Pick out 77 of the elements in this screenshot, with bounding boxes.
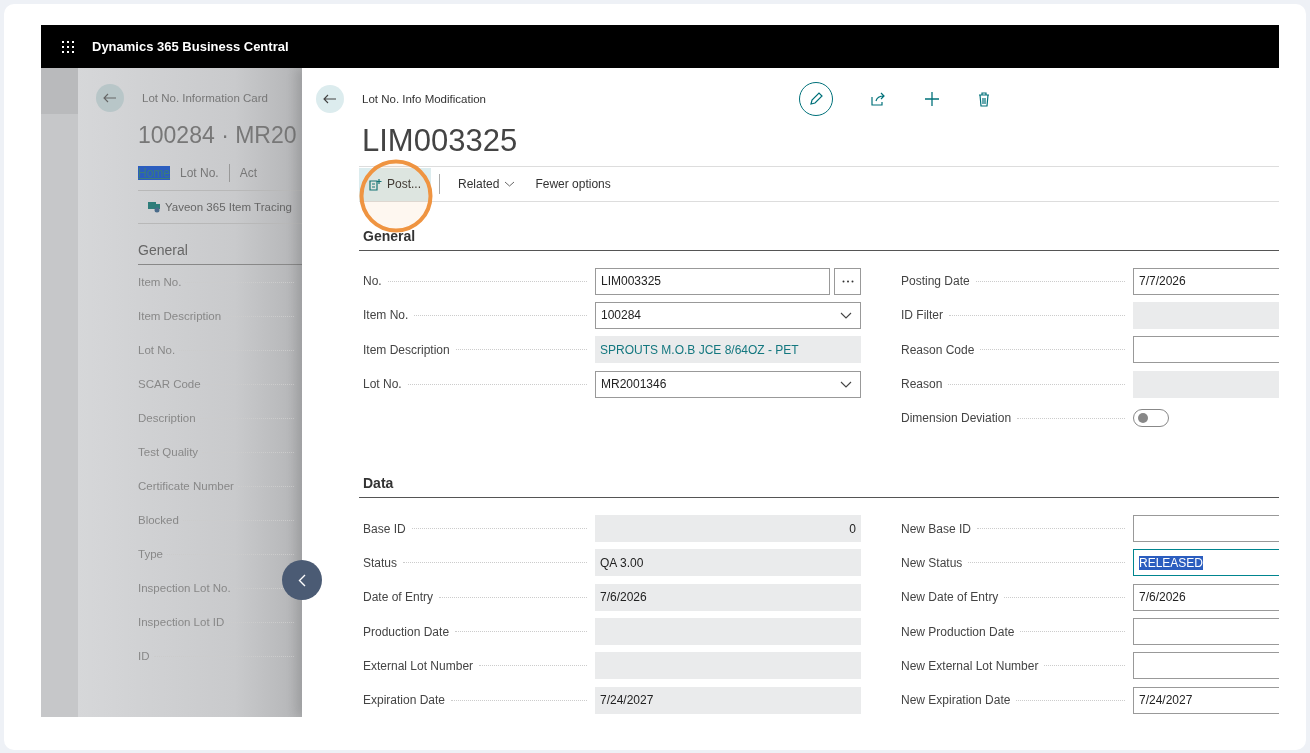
field-label: Production Date: [363, 624, 450, 639]
post-button[interactable]: Post...: [359, 167, 431, 201]
pencil-icon: [808, 91, 824, 107]
read-only-field: 0: [595, 515, 861, 543]
field-label: New Status: [901, 555, 963, 570]
share-icon[interactable]: [871, 92, 886, 106]
chevron-down-icon: [840, 380, 852, 388]
field-label: Reason Code: [901, 342, 975, 357]
plus-icon[interactable]: [924, 91, 940, 107]
text-field[interactable]: [1133, 336, 1279, 364]
text-field[interactable]: RELEASED: [1133, 549, 1279, 577]
text-field[interactable]: 7/6/2026: [1133, 583, 1279, 611]
post-icon: [369, 177, 382, 191]
field-label: Type: [138, 548, 163, 560]
text-field[interactable]: [1133, 618, 1279, 645]
field-label: New Date of Entry: [901, 590, 999, 605]
field-label: Reason: [901, 377, 943, 392]
field-label: Posting Date: [901, 274, 970, 289]
field-label: ID: [138, 650, 150, 662]
text-field[interactable]: LIM003325: [595, 267, 830, 295]
field-label: No.: [363, 274, 382, 289]
field-label: Expiration Date: [363, 693, 446, 708]
field-label: ID Filter: [901, 308, 943, 323]
field-label: Item Description: [138, 310, 222, 322]
field-label: Dimension Deviation: [901, 411, 1012, 426]
field-label: Date of Entry: [363, 590, 434, 605]
section-heading: Data: [359, 475, 1279, 499]
app-title: Dynamics 365 Business Central: [92, 39, 289, 54]
field-label: New Production Date: [901, 624, 1015, 639]
read-only-field: 7/24/2027: [595, 686, 861, 714]
page-title: LIM003325: [362, 123, 519, 159]
field-label: Inspection Lot ID: [138, 616, 225, 628]
field-label: New Base ID: [901, 521, 972, 536]
arrow-left-icon: [323, 94, 337, 104]
trash-icon[interactable]: [978, 91, 990, 107]
arrow-left-icon: [103, 93, 117, 103]
assist-button[interactable]: [834, 267, 861, 295]
field-label: Item No.: [138, 276, 182, 288]
field-label: SCAR Code: [138, 378, 201, 390]
page-breadcrumb: Lot No. Info Modification: [362, 93, 486, 105]
field-label: Lot No.: [363, 377, 402, 392]
app-launcher-icon[interactable]: [62, 40, 74, 53]
field-label: New External Lot Number: [901, 658, 1039, 673]
chevron-left-icon: [298, 573, 306, 587]
field-label: Item Description: [363, 342, 450, 357]
text-field[interactable]: 7/24/2027: [1133, 686, 1279, 714]
field-label: Certificate Number: [138, 480, 234, 492]
toggle-switch[interactable]: [1133, 409, 1169, 428]
chevron-down-icon: [840, 311, 852, 319]
text-field[interactable]: [1133, 652, 1279, 680]
ellipsis-icon: [841, 279, 854, 283]
back-button[interactable]: [96, 84, 124, 112]
dropdown-field[interactable]: MR2001346: [595, 370, 861, 398]
truck-icon: [148, 201, 161, 213]
section-heading: General: [359, 228, 1279, 251]
fewer-options-button[interactable]: Fewer options: [525, 167, 621, 201]
text-field[interactable]: 7/7/2026: [1133, 267, 1279, 295]
back-button[interactable]: [316, 85, 344, 113]
read-only-field: SPROUTS M.O.B JCE 8/64OZ - PET: [595, 336, 861, 364]
read-only-field: 7/6/2026: [595, 583, 861, 611]
field-label: Status: [363, 555, 398, 570]
field-label: Lot No.: [138, 344, 176, 356]
page-title: 100284 · MR20: [138, 122, 298, 149]
field-label: Inspection Lot No.: [138, 582, 231, 594]
field-label: Item No.: [363, 308, 409, 323]
field-label: Test Quality: [138, 446, 199, 458]
field-label: Blocked: [138, 514, 179, 526]
text-field[interactable]: [1133, 515, 1279, 543]
field-label: Base ID: [363, 521, 406, 536]
field-label: New Expiration Date: [901, 693, 1011, 708]
related-menu-button[interactable]: Related: [448, 167, 526, 201]
field-label: External Lot Number: [363, 658, 474, 673]
field-label: Description: [138, 412, 196, 424]
chevron-down-icon: [504, 181, 516, 187]
read-only-field: QA 3.00: [595, 549, 861, 577]
page-breadcrumb: Lot No. Information Card: [142, 92, 268, 104]
dropdown-field[interactable]: 100284: [595, 301, 861, 329]
